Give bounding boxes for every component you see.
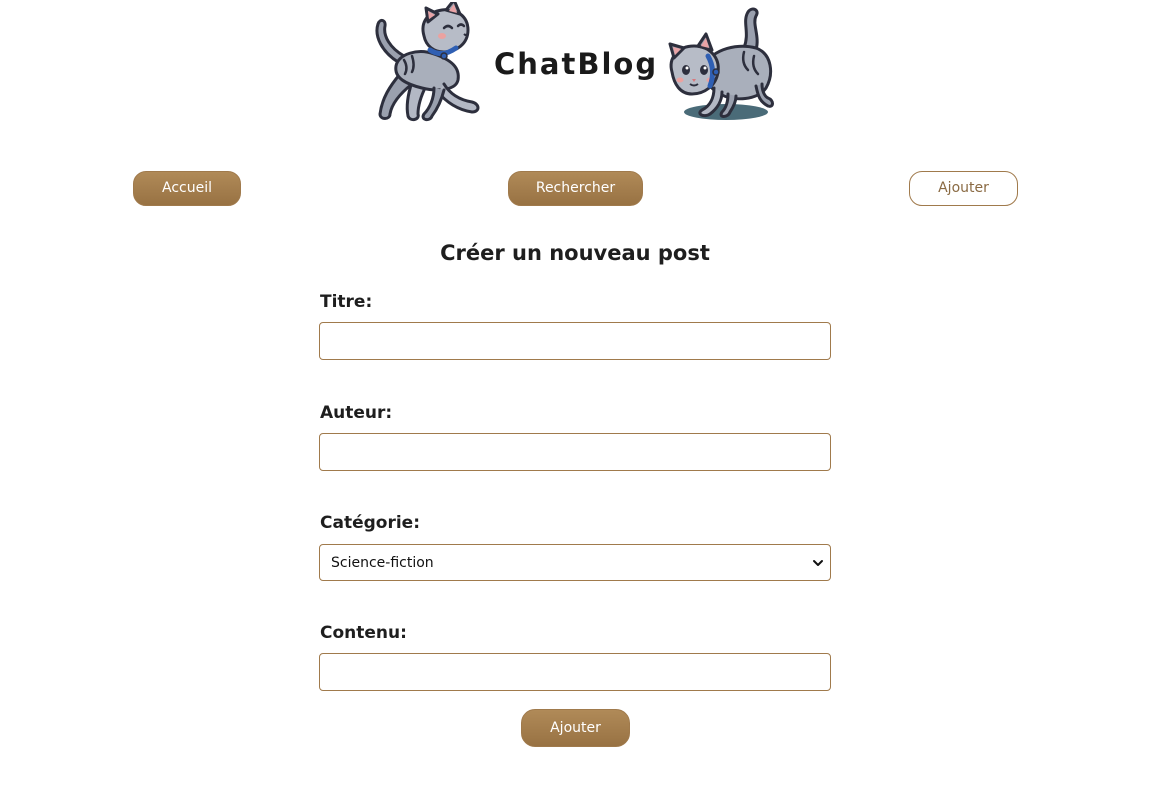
- title-field-container: [319, 322, 831, 360]
- category-selected-value: Science-fiction: [331, 554, 434, 571]
- page-title: Créer un nouveau post: [440, 241, 710, 265]
- content-input[interactable]: [320, 654, 830, 690]
- chevron-down-icon: [813, 559, 823, 566]
- nav-home-button[interactable]: Accueil: [133, 171, 241, 206]
- site-title: ChatBlog: [494, 47, 659, 81]
- crouching-cat-icon: [668, 7, 774, 120]
- site-header: ChatBlog: [0, 0, 1175, 130]
- author-label: Auteur:: [320, 403, 393, 423]
- title-label: Titre:: [320, 292, 373, 312]
- author-field-container: [319, 433, 831, 471]
- submit-button[interactable]: Ajouter: [521, 709, 630, 747]
- category-label: Catégorie:: [320, 513, 420, 533]
- title-input[interactable]: [320, 323, 830, 359]
- content-field-container: [319, 653, 831, 691]
- nav-search-button[interactable]: Rechercher: [508, 171, 643, 206]
- category-select[interactable]: Science-fiction: [319, 544, 831, 581]
- author-input[interactable]: [320, 434, 830, 470]
- nav-add-button[interactable]: Ajouter: [909, 171, 1018, 206]
- walking-cat-icon: [375, 2, 480, 122]
- content-label: Contenu:: [320, 623, 407, 643]
